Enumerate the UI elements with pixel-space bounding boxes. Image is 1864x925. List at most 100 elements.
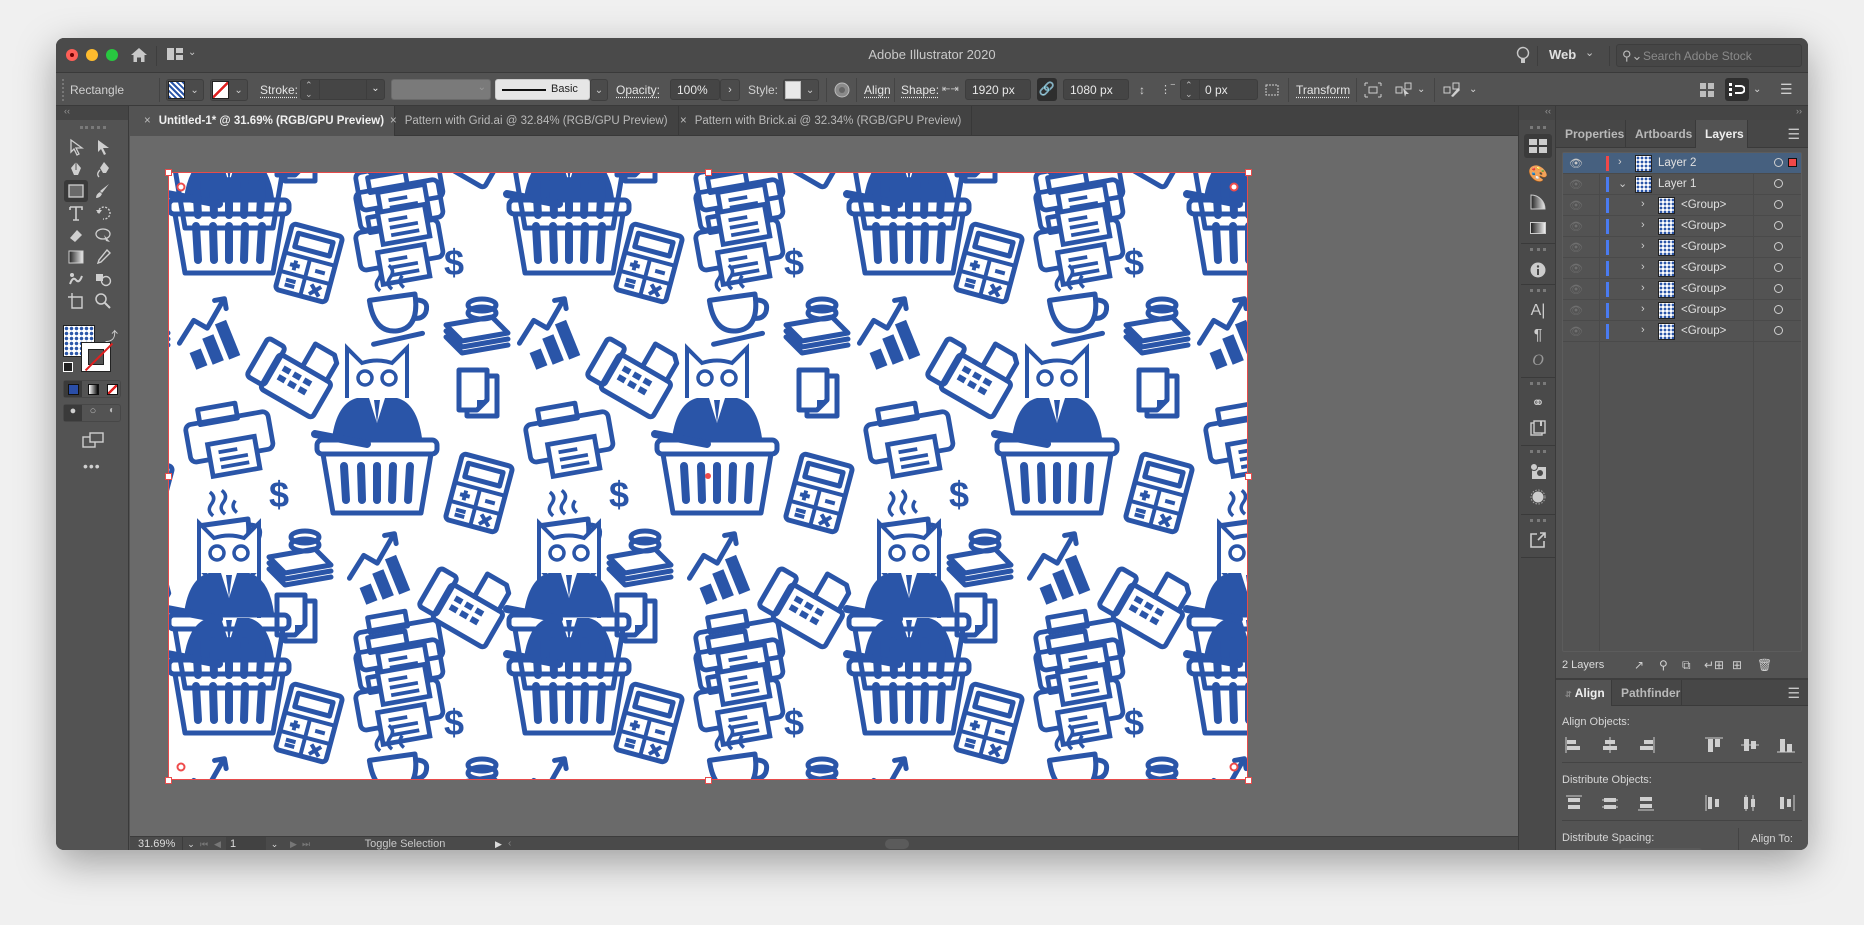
pen-tool-icon[interactable] bbox=[64, 158, 88, 180]
sublayer-row[interactable]: 👁 › <Group> bbox=[1563, 321, 1801, 342]
align-right-button[interactable] bbox=[1636, 736, 1656, 754]
delete-layer-icon[interactable]: 🗑 bbox=[1757, 658, 1772, 672]
panel-menu-icon[interactable]: ☰ bbox=[1780, 73, 1793, 106]
lightbulb-icon[interactable] bbox=[1516, 46, 1530, 66]
gradient-mode-button[interactable] bbox=[84, 381, 102, 397]
arrange-documents-icon[interactable] bbox=[1700, 73, 1714, 106]
align-horizontal-center-button[interactable] bbox=[1600, 736, 1620, 754]
paragraph-icon[interactable]: ¶ bbox=[1524, 324, 1552, 348]
chevron-right-icon[interactable]: › bbox=[1641, 240, 1645, 252]
type-tool-icon[interactable] bbox=[64, 202, 88, 224]
new-sublayer-icon[interactable]: ↵⊞ bbox=[1704, 658, 1724, 672]
artboard-dropdown-chevron-icon[interactable]: ⌄ bbox=[266, 837, 283, 850]
warp-tool-icon[interactable] bbox=[91, 224, 115, 246]
next-artboard-icon[interactable]: ▶ bbox=[290, 837, 297, 850]
color-mode-button[interactable] bbox=[64, 381, 82, 397]
rotate-tool-icon[interactable] bbox=[91, 202, 115, 224]
opacity-field[interactable]: 100% bbox=[670, 79, 720, 100]
resize-handle-bottom-right[interactable] bbox=[1245, 777, 1252, 784]
layer-name[interactable]: <Group> bbox=[1681, 199, 1726, 211]
sublayer-row[interactable]: 👁 › <Group> bbox=[1563, 237, 1801, 258]
rectangle-tool-icon[interactable] bbox=[64, 180, 88, 202]
align-top-button[interactable] bbox=[1704, 736, 1724, 754]
collapse-panel-button[interactable]: ›› bbox=[1556, 106, 1808, 120]
default-fill-stroke-icon[interactable] bbox=[63, 362, 73, 372]
layer-name[interactable]: <Group> bbox=[1681, 283, 1726, 295]
resize-handle-top-right[interactable] bbox=[1245, 169, 1252, 176]
canvas-area[interactable]: $$$$$$$$$$$$ ⌃ ⌄ bbox=[130, 136, 1570, 836]
fill-swatch-button[interactable]: ⌄ bbox=[166, 79, 204, 101]
shape-height-field[interactable]: 1080 px bbox=[1063, 79, 1129, 100]
stroke-weight-field[interactable]: ⌃ ⌄ ⌄ bbox=[300, 79, 385, 100]
layer-name[interactable]: Layer 1 bbox=[1658, 178, 1696, 190]
visibility-eye-icon[interactable]: 👁 bbox=[1569, 178, 1583, 191]
stroke-swatch-button[interactable]: ⌄ bbox=[210, 79, 248, 101]
eraser-tool-icon[interactable] bbox=[64, 224, 88, 246]
close-tab-icon[interactable]: × bbox=[680, 115, 687, 127]
edit-toolbar-icon[interactable] bbox=[1443, 73, 1461, 106]
export-asset-icon[interactable] bbox=[1524, 528, 1552, 552]
panel-menu-icon[interactable]: ☰ bbox=[1787, 126, 1800, 143]
gradient-tool-icon[interactable] bbox=[64, 246, 88, 268]
tab-pattern-with-grid[interactable]: × Pattern with Grid.ai @ 32.84% (RGB/GPU … bbox=[376, 106, 679, 136]
visibility-eye-icon[interactable]: 👁 bbox=[1569, 199, 1583, 212]
chevron-down-icon[interactable]: ⌄ bbox=[1417, 73, 1425, 106]
chevron-right-icon[interactable]: › bbox=[1618, 156, 1622, 168]
sublayer-row[interactable]: 👁 › <Group> bbox=[1563, 216, 1801, 237]
draw-inside-icon[interactable]: ◐ bbox=[103, 405, 121, 421]
chevron-down-icon[interactable]: ⌄ bbox=[366, 80, 384, 99]
adobe-stock-search-input[interactable]: ⚲⌄ Search Adobe Stock bbox=[1616, 44, 1802, 67]
gradient-panel-icon[interactable] bbox=[1524, 216, 1552, 240]
links-icon[interactable]: ⚭ bbox=[1524, 391, 1552, 415]
puppet-warp-tool-icon[interactable] bbox=[64, 268, 88, 290]
target-circle-icon[interactable] bbox=[1774, 305, 1783, 314]
resize-handle-left[interactable] bbox=[165, 473, 172, 480]
edit-toolbar-more-icon[interactable]: ••• bbox=[83, 458, 101, 474]
direct-selection-tool-icon[interactable] bbox=[91, 136, 115, 158]
new-layer-icon[interactable]: ⊞ bbox=[1732, 658, 1742, 672]
grip-handle[interactable] bbox=[1530, 450, 1546, 453]
tab-align[interactable]: ⇵ Align bbox=[1556, 680, 1612, 706]
visibility-eye-icon[interactable]: 👁 bbox=[1569, 304, 1583, 317]
target-circle-icon[interactable] bbox=[1774, 284, 1783, 293]
libraries-icon[interactable] bbox=[1524, 416, 1552, 440]
export-selection-icon[interactable]: ↗ bbox=[1634, 658, 1644, 672]
resize-handle-bottom[interactable] bbox=[705, 777, 712, 784]
clipping-mask-icon[interactable]: ⧉ bbox=[1682, 658, 1691, 673]
layer-name[interactable]: Layer 2 bbox=[1658, 157, 1696, 169]
target-circle-icon[interactable] bbox=[1774, 179, 1783, 188]
close-tab-icon[interactable]: × bbox=[144, 115, 151, 127]
panel-menu-icon[interactable]: ☰ bbox=[1787, 685, 1800, 702]
artboard-tool-icon[interactable] bbox=[64, 290, 88, 312]
grip-handle[interactable] bbox=[1530, 248, 1546, 251]
swatches-icon[interactable] bbox=[1524, 134, 1552, 158]
stroke-color-swatch[interactable] bbox=[81, 342, 114, 372]
visibility-eye-icon[interactable]: 👁 bbox=[1569, 283, 1583, 296]
isolate-object-icon[interactable] bbox=[1364, 73, 1382, 106]
tab-properties[interactable]: Properties bbox=[1556, 120, 1626, 148]
align-link[interactable]: Align bbox=[864, 83, 891, 97]
status-menu-icon[interactable]: ▶ bbox=[495, 837, 502, 850]
brush-dropdown-button[interactable]: ⌄ bbox=[590, 79, 608, 101]
horizontal-scrollbar-thumb[interactable] bbox=[885, 839, 909, 849]
recolor-artwork-button[interactable] bbox=[834, 73, 850, 106]
appearance-icon[interactable] bbox=[1524, 459, 1552, 483]
stroke-label[interactable]: Stroke: bbox=[260, 83, 298, 97]
resize-handle-right[interactable] bbox=[1245, 473, 1252, 480]
transform-link[interactable]: Transform bbox=[1296, 83, 1350, 97]
color-guide-icon[interactable] bbox=[1524, 190, 1552, 214]
none-mode-button[interactable] bbox=[103, 381, 121, 397]
draw-normal-icon[interactable]: ● bbox=[64, 405, 82, 421]
selection-indicator[interactable] bbox=[1788, 158, 1797, 167]
distribute-left-button[interactable] bbox=[1704, 794, 1724, 812]
align-bottom-button[interactable] bbox=[1776, 736, 1796, 754]
opacity-label[interactable]: Opacity: bbox=[616, 83, 660, 97]
chevron-down-icon[interactable]: ⌄ bbox=[1469, 73, 1477, 106]
sublayer-row[interactable]: 👁 › <Group> bbox=[1563, 279, 1801, 300]
eyedropper-tool-icon[interactable] bbox=[91, 246, 115, 268]
stepper-icon[interactable]: ⌃ ⌄ bbox=[305, 81, 313, 99]
graphic-style-button[interactable]: ⌄ bbox=[783, 79, 819, 101]
scroll-left-icon[interactable]: ‹ bbox=[508, 837, 511, 850]
brush-definition-dropdown[interactable]: Basic bbox=[495, 79, 590, 100]
close-tab-icon[interactable]: × bbox=[390, 115, 397, 127]
